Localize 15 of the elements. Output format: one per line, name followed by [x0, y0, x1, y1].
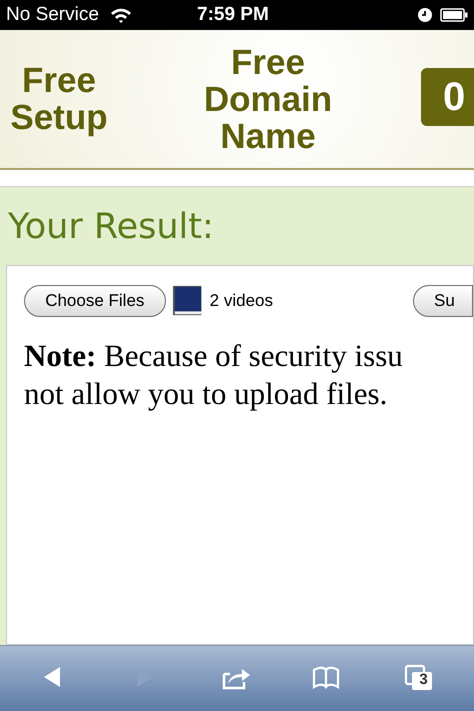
security-note: Note: Because of security issu not allow you to upload files.	[24, 337, 404, 413]
submit-button[interactable]: Su	[413, 285, 473, 317]
price-badge: 0	[421, 68, 474, 126]
choose-files-button[interactable]: Choose Files	[24, 285, 166, 317]
clock-icon	[418, 8, 432, 22]
carrier-name: No Service	[6, 2, 99, 27]
clock-time: 7:59 PM	[197, 2, 269, 27]
file-thumbnail-icon	[172, 284, 204, 318]
promo-text: Free Domain Name	[202, 44, 334, 154]
promo-text: Free Setup	[9, 62, 109, 136]
result-heading: Your Result:	[7, 206, 215, 249]
file-count: 2 videos	[210, 290, 273, 312]
wifi-icon	[108, 6, 133, 24]
tab-count: 3	[418, 672, 429, 690]
battery-icon	[440, 8, 468, 22]
